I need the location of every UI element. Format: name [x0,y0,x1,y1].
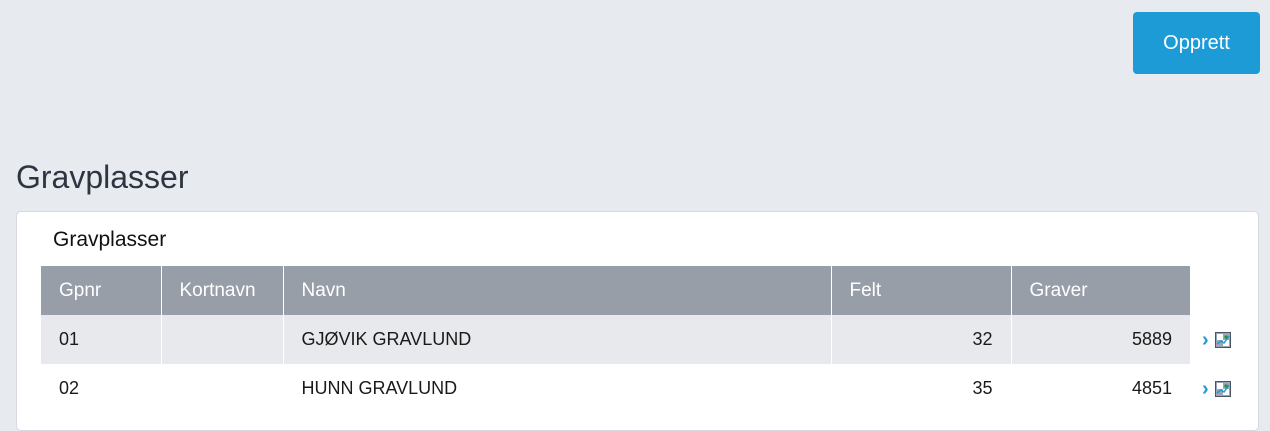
gravplasser-table: Gpnr Kortnavn Navn Felt Graver 01 GJØVIK… [41,266,1190,413]
cell-graver: 4851 [1011,364,1190,413]
chevron-right-icon[interactable]: › [1202,379,1209,399]
cell-kortnavn [161,364,284,413]
cell-felt: 35 [831,364,1012,413]
table-row[interactable]: 02 HUNN GRAVLUND 35 4851 [41,364,1190,413]
column-header-kortnavn[interactable]: Kortnavn [161,266,284,315]
cell-navn: GJØVIK GRAVLUND [283,315,832,364]
cell-kortnavn [161,315,284,364]
table-header-row: Gpnr Kortnavn Navn Felt Graver [41,266,1190,315]
column-header-felt[interactable]: Felt [831,266,1012,315]
cell-gpnr: 02 [41,364,162,413]
cell-graver: 5889 [1011,315,1190,364]
cell-felt: 32 [831,315,1012,364]
row-actions: › [1202,330,1231,350]
gravplasser-panel: Gravplasser Gpnr Kortnavn Navn Felt Grav… [16,211,1259,431]
panel-title: Gravplasser [53,228,167,251]
map-icon[interactable] [1214,381,1231,397]
page-title: Gravplasser [16,159,189,195]
create-button[interactable]: Opprett [1133,12,1260,74]
row-actions: › [1202,379,1231,399]
chevron-right-icon[interactable]: › [1202,330,1209,350]
map-icon[interactable] [1214,332,1231,348]
cell-navn: HUNN GRAVLUND [283,364,832,413]
table-row[interactable]: 01 GJØVIK GRAVLUND 32 5889 [41,315,1190,364]
column-header-gpnr[interactable]: Gpnr [41,266,162,315]
cell-gpnr: 01 [41,315,162,364]
column-header-navn[interactable]: Navn [283,266,832,315]
column-header-graver[interactable]: Graver [1011,266,1190,315]
